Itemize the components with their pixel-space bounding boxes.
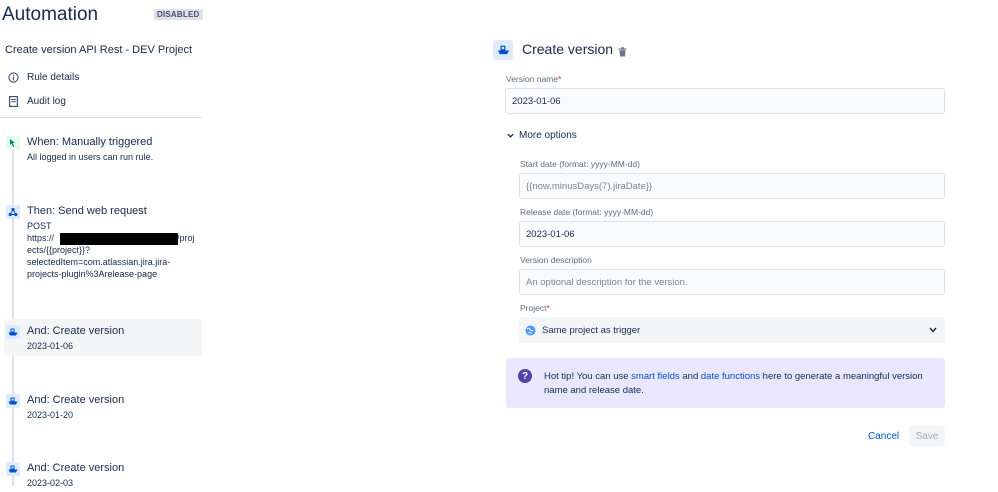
date-functions-link[interactable]: date functions bbox=[701, 371, 760, 382]
panel-title: Create version bbox=[522, 41, 614, 57]
component-description: All logged in users can run rule. bbox=[27, 151, 153, 163]
chevron-down-icon bbox=[507, 133, 514, 138]
question-icon: ? bbox=[518, 369, 532, 383]
component-description: 2023-01-20 bbox=[27, 409, 73, 421]
timeline-line bbox=[12, 150, 14, 486]
component-create-version-2[interactable]: And: Create version 2023-01-20 bbox=[0, 394, 202, 424]
component-title: And: Create version bbox=[27, 462, 125, 474]
ship-icon bbox=[6, 394, 20, 408]
component-description: POST https:// /proj ects/{{project}}? se… bbox=[27, 220, 195, 280]
more-options-label: More options bbox=[519, 130, 577, 141]
version-name-input[interactable]: 2023-01-06 bbox=[505, 88, 945, 114]
ship-icon bbox=[6, 462, 20, 476]
project-select[interactable]: Same project as trigger bbox=[519, 317, 945, 343]
start-date-label: Start date (format: yyyy-MM-dd) bbox=[520, 159, 640, 169]
component-trigger[interactable]: When: Manually triggered All logged in u… bbox=[0, 136, 202, 166]
info-icon bbox=[7, 71, 19, 83]
component-line: 2023-01-20 bbox=[27, 410, 74, 420]
component-line: ects/{{project}}? bbox=[27, 245, 91, 255]
url-suffix: /proj bbox=[177, 233, 195, 243]
project-selected-value: Same project as trigger bbox=[542, 324, 641, 336]
component-title: And: Create version bbox=[27, 394, 125, 406]
version-description-label: Version description bbox=[520, 255, 592, 265]
component-title: Then: Send web request bbox=[27, 205, 147, 217]
status-badge: DISABLED bbox=[154, 9, 203, 20]
release-date-label: Release date (format: yyyy-MM-dd) bbox=[520, 207, 654, 217]
component-line: POST bbox=[27, 221, 52, 231]
required-asterisk: * bbox=[557, 74, 562, 84]
component-description: 2023-01-06 bbox=[27, 340, 73, 352]
tip-text-part: Hot tip! You can use bbox=[544, 371, 632, 382]
component-line-url: https:// /proj bbox=[27, 232, 195, 245]
ship-icon bbox=[493, 40, 513, 60]
component-create-version-1[interactable]: And: Create version 2023-01-06 bbox=[0, 325, 202, 355]
component-line: projects-plugin%3Arelease-page bbox=[27, 269, 158, 279]
chevron-down-icon bbox=[929, 327, 937, 333]
tip-text-part: and bbox=[679, 371, 701, 382]
sidebar-divider bbox=[0, 117, 202, 118]
ship-icon bbox=[6, 325, 20, 339]
label-text: Version name bbox=[506, 74, 558, 84]
component-line: All logged in users can run rule. bbox=[27, 152, 154, 162]
release-date-input[interactable]: 2023-01-06 bbox=[519, 221, 945, 247]
hot-tip-text: Hot tip! You can use smart fields and da… bbox=[544, 370, 939, 398]
project-label: Project* bbox=[520, 303, 550, 313]
version-description-input[interactable]: An optional description for the version. bbox=[519, 269, 945, 295]
webhook-icon bbox=[6, 205, 20, 219]
globe-icon bbox=[525, 325, 536, 335]
url-prefix: https:// bbox=[27, 233, 55, 243]
component-line: 2023-02-03 bbox=[27, 478, 74, 488]
component-line: 2023-01-06 bbox=[27, 341, 74, 351]
more-options-toggle[interactable]: More options bbox=[507, 130, 577, 141]
component-send-web-request[interactable]: Then: Send web request POST https:// /pr… bbox=[0, 205, 202, 291]
nav-audit-log-label: Audit log bbox=[27, 95, 66, 107]
component-description: 2023-02-03 bbox=[27, 477, 73, 489]
component-create-version-3[interactable]: And: Create version 2023-02-03 bbox=[0, 462, 202, 492]
required-asterisk: * bbox=[546, 303, 550, 313]
component-title: When: Manually triggered bbox=[27, 136, 153, 148]
trigger-hand-icon bbox=[6, 136, 20, 150]
nav-rule-details-label: Rule details bbox=[27, 71, 80, 83]
trash-icon[interactable] bbox=[618, 44, 628, 57]
label-text: Project bbox=[520, 303, 547, 313]
nav-audit-log[interactable]: Audit log bbox=[7, 92, 66, 110]
redaction-bar bbox=[60, 233, 178, 245]
save-button[interactable]: Save bbox=[909, 426, 945, 446]
smart-fields-link[interactable]: smart fields bbox=[631, 371, 680, 382]
component-title: And: Create version bbox=[27, 325, 125, 337]
document-icon bbox=[7, 95, 19, 107]
component-line: selectedItem=com.atlassian.jira.jira- bbox=[27, 257, 171, 267]
start-date-input[interactable]: {{now.minusDays(7).jiraDate}} bbox=[519, 173, 945, 199]
rule-name: Create version API Rest - DEV Project bbox=[5, 44, 193, 56]
cancel-button[interactable]: Cancel bbox=[862, 426, 905, 446]
version-name-label: Version name* bbox=[506, 74, 561, 84]
nav-rule-details[interactable]: Rule details bbox=[7, 68, 79, 86]
app-title: Automation bbox=[2, 4, 99, 25]
